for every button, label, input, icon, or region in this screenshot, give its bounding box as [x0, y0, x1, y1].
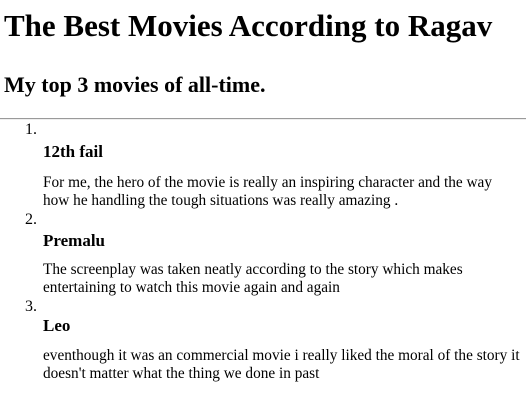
- list-number: 2.: [25, 211, 37, 228]
- list-number: 1.: [25, 121, 37, 138]
- page-subtitle: My top 3 movies of all-time.: [4, 72, 266, 97]
- list-number: 3.: [25, 298, 37, 315]
- movie-review: eventhough it was an commercial movie i …: [43, 347, 520, 382]
- movie-title: 12th fail: [43, 142, 103, 161]
- page-content: The Best Movies According to Ragav My to…: [0, 0, 526, 383]
- movie-review: The screenplay was taken neatly accordin…: [43, 261, 463, 296]
- movie-title: Premalu: [43, 231, 106, 250]
- list-item-movie-2: 2. Premalu The screenplay was taken neat…: [4, 210, 522, 297]
- list-item-movie-3: 3. Leo eventhough it was an commercial m…: [4, 297, 522, 383]
- movie-title: Leo: [43, 316, 71, 335]
- movie-list: 1. 12th fail For me, the hero of the mov…: [4, 120, 522, 383]
- list-item-movie-1: 1. 12th fail For me, the hero of the mov…: [4, 120, 522, 210]
- movie-review: For me, the hero of the movie is really …: [43, 174, 492, 209]
- page-title: The Best Movies According to Ragav: [4, 8, 493, 43]
